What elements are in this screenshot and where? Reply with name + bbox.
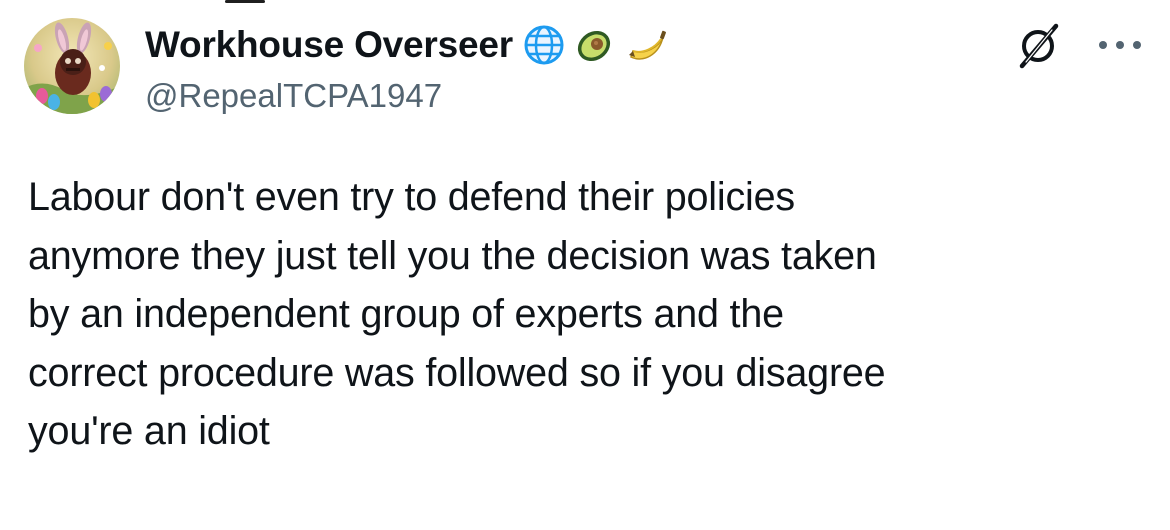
avocado-icon [577, 30, 611, 62]
grok-icon[interactable] [1016, 22, 1060, 70]
name-badges [523, 21, 671, 69]
top-divider [225, 0, 265, 3]
tweet-text-line: you're an idiot [28, 409, 270, 453]
display-name[interactable]: Workhouse Overseer [145, 18, 513, 72]
tweet-text-line: by an independent group of experts and t… [28, 292, 784, 336]
user-handle[interactable]: @RepealTCPA1947 [145, 74, 1070, 118]
tweet-text-line: Labour don't even try to defend their po… [28, 175, 795, 219]
avatar-image [24, 18, 120, 114]
tweet-text-line: anymore they just tell you the decision … [28, 233, 877, 278]
globe-icon [524, 25, 564, 65]
tweet-text: Labour don't even try to defend their po… [28, 168, 1148, 461]
more-icon[interactable] [1097, 38, 1143, 52]
name-row: Workhouse Overseer [145, 18, 1070, 72]
tweet-text-line: correct procedure was followed so if you… [28, 350, 886, 395]
banana-icon [628, 30, 666, 60]
tweet-header: Workhouse Overseer @RepealTCPA1947 [145, 18, 1070, 118]
avatar[interactable] [24, 18, 120, 114]
